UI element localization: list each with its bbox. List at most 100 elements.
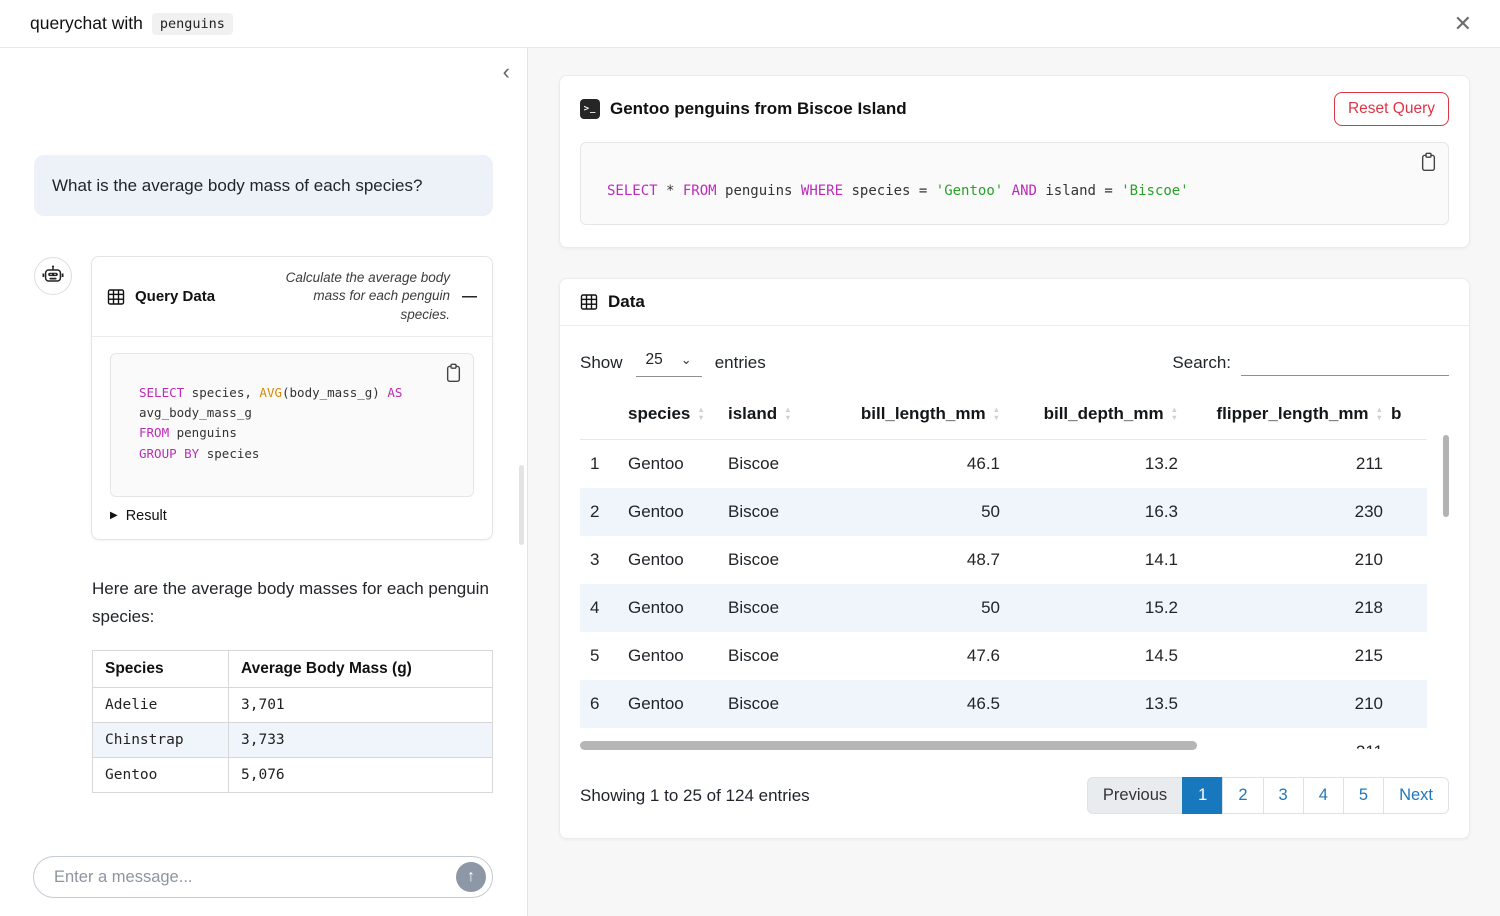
column-header-species[interactable]: species▲▼ [624, 391, 724, 440]
table-cell: Biscoe [724, 488, 836, 536]
table-row: 2GentooBiscoe5016.3230 [580, 488, 1427, 536]
copy-to-clipboard-icon[interactable] [445, 363, 462, 383]
table-cell: Gentoo [624, 440, 724, 489]
table-cell: 6 [580, 680, 624, 728]
app-title-text: querychat with [30, 13, 143, 34]
collapse-sidebar-icon[interactable]: ‹ [503, 61, 510, 83]
chat-result-cell: Chinstrap [93, 722, 229, 757]
page-length-select[interactable]: 25 ⌄ [636, 349, 702, 377]
entries-label: entries [715, 353, 766, 373]
column-header-label: b [1391, 404, 1401, 424]
user-message: What is the average body mass of each sp… [34, 155, 493, 216]
column-header-label: flipper_length_mm [1216, 404, 1368, 424]
sort-icon: ▲▼ [784, 407, 791, 421]
table-row: 5GentooBiscoe47.614.5215 [580, 632, 1427, 680]
data-card: Data Show 25 ⌄ entries Search: [559, 278, 1470, 839]
result-disclosure[interactable]: ▶ Result [110, 508, 474, 524]
tool-card-title: Query Data [135, 288, 215, 305]
chat-result-row: Chinstrap3,733 [93, 722, 493, 757]
table-cell: Biscoe [724, 440, 836, 489]
column-header-bill_depth_mm[interactable]: bill_depth_mm▲▼ [1004, 391, 1182, 440]
table-cell: 13.2 [1004, 440, 1182, 489]
table-row: 4GentooBiscoe5015.2218 [580, 584, 1427, 632]
column-header-flipper_length_mm[interactable]: flipper_length_mm▲▼ [1182, 391, 1387, 440]
caret-right-icon: ▶ [110, 510, 118, 521]
vertical-scrollbar-thumb[interactable] [1443, 435, 1449, 517]
main-sql-code-block: SELECT * FROM penguins WHERE species = '… [580, 142, 1449, 225]
reset-query-button[interactable]: Reset Query [1334, 92, 1449, 126]
chat-result-cell: Adelie [93, 687, 229, 722]
page-button-5[interactable]: 5 [1343, 777, 1384, 814]
table-cell: 3 [580, 536, 624, 584]
chevron-down-icon: ⌄ [681, 352, 692, 368]
table-cell [1387, 584, 1427, 632]
data-table-area: species▲▼island ▲▼ bill_length_mm ▲▼ bill_de… [580, 391, 1443, 749]
sql-code: SELECT species, AVG(body_mass_g) ASavg_b… [139, 383, 459, 464]
query-title: Gentoo penguins from Biscoe Island [610, 99, 907, 119]
sort-icon: ▲▼ [993, 407, 1000, 421]
chat-sidebar: ‹ What is the average body mass of each … [0, 48, 528, 916]
chat-result-column-header: Average Body Mass (g) [229, 650, 493, 687]
pagination: Previous12345Next [1087, 777, 1449, 814]
table-cell [1387, 728, 1427, 749]
table-row: 1GentooBiscoe46.113.2211 [580, 440, 1427, 489]
sql-code-line: SELECT species, AVG(body_mass_g) AS [139, 383, 459, 403]
chat-input-bar: ↑ [33, 856, 493, 898]
table-cell: 46.5 [836, 680, 1004, 728]
data-table-header-row: species▲▼island ▲▼ bill_length_mm ▲▼ bill_de… [580, 391, 1427, 440]
table-cell: 15.2 [1004, 584, 1182, 632]
terminal-icon: >_ [580, 99, 600, 119]
horizontal-scrollbar-thumb[interactable] [580, 741, 1197, 750]
data-table-body: 1GentooBiscoe46.113.22112GentooBiscoe501… [580, 440, 1427, 750]
page-length-value: 25 [646, 351, 663, 369]
table-cell: 211 [1182, 728, 1387, 749]
copy-to-clipboard-icon[interactable] [1420, 152, 1437, 172]
chat-result-cell: 3,701 [229, 687, 493, 722]
search-input[interactable] [1241, 350, 1449, 376]
main-sql-code: SELECT * FROM penguins WHERE species = '… [607, 183, 1398, 199]
column-header-label: island [728, 404, 777, 424]
table-cell: Biscoe [724, 584, 836, 632]
app-title: querychat with penguins [30, 13, 233, 35]
data-card-title: Data [608, 292, 645, 312]
chat-result-body: Adelie3,701Chinstrap3,733Gentoo5,076 [93, 687, 493, 792]
send-button[interactable]: ↑ [456, 862, 486, 892]
page-button-3[interactable]: 3 [1263, 777, 1304, 814]
data-table-viewport: species▲▼island ▲▼ bill_length_mm ▲▼ bill_de… [580, 391, 1443, 749]
table-row: 6GentooBiscoe46.513.5210 [580, 680, 1427, 728]
arrow-up-icon: ↑ [467, 868, 475, 886]
page-button-4[interactable]: 4 [1303, 777, 1344, 814]
column-header-bill_length_mm[interactable]: bill_length_mm ▲▼ [836, 391, 1004, 440]
table-cell: 50 [836, 584, 1004, 632]
column-header-label: bill_length_mm [861, 404, 986, 424]
sql-code-line: avg_body_mass_g [139, 403, 459, 423]
main-panel: >_ Gentoo penguins from Biscoe Island Re… [528, 48, 1500, 916]
table-cell: 13.5 [1004, 680, 1182, 728]
table-cell: 4 [580, 584, 624, 632]
table-cell: 46.1 [836, 440, 1004, 489]
table-icon [580, 293, 598, 311]
collapse-card-icon[interactable]: — [462, 288, 477, 305]
page-button-next[interactable]: Next [1383, 777, 1449, 814]
table-cell: 218 [1182, 584, 1387, 632]
page-button-1[interactable]: 1 [1182, 777, 1223, 814]
assistant-message: Here are the average body masses for eac… [92, 575, 493, 632]
table-cell: 211 [1182, 440, 1387, 489]
table-cell: 1 [580, 440, 624, 489]
message-input[interactable] [52, 867, 456, 888]
table-cell: Gentoo [624, 536, 724, 584]
table-cell: 215 [1182, 632, 1387, 680]
close-icon[interactable]: ✕ [1454, 13, 1472, 35]
table-info: Showing 1 to 25 of 124 entries [580, 786, 810, 806]
column-header-b: b [1387, 391, 1427, 440]
page-button-2[interactable]: 2 [1222, 777, 1263, 814]
chat-scrollbar-thumb[interactable] [519, 465, 524, 545]
column-header-island[interactable]: island ▲▼ [724, 391, 836, 440]
sql-code-block: SELECT species, AVG(body_mass_g) ASavg_b… [110, 353, 474, 497]
table-cell: Biscoe [724, 680, 836, 728]
window-titlebar: querychat with penguins ✕ [0, 0, 1500, 48]
result-label: Result [126, 508, 167, 524]
page-button-previous: Previous [1087, 777, 1183, 814]
chat-result-cell: 3,733 [229, 722, 493, 757]
tool-card-subtitle: Calculate the average body mass for each… [264, 269, 450, 324]
